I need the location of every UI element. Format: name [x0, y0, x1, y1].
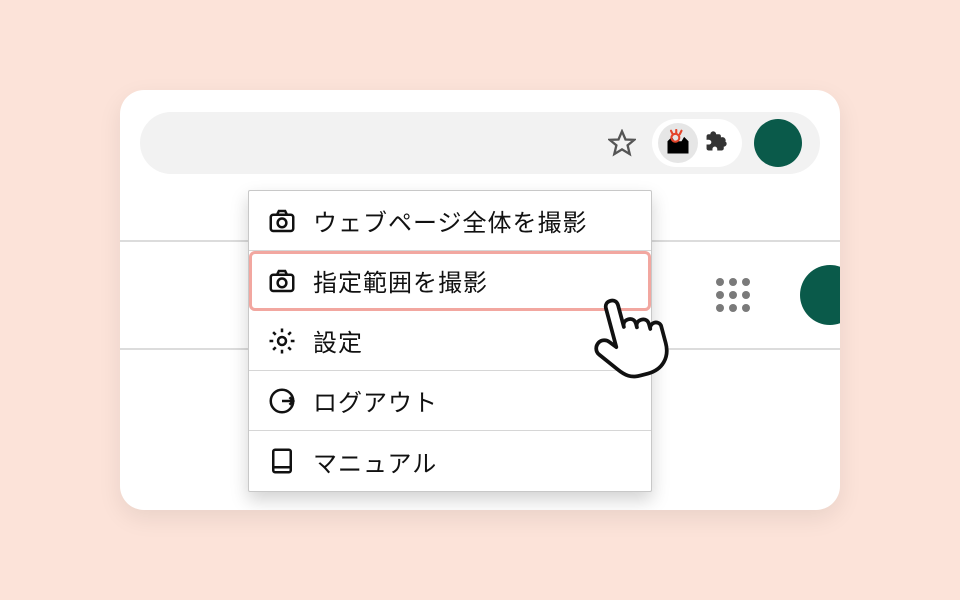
profile-avatar[interactable] [754, 119, 802, 167]
extension-cat-icon [664, 129, 692, 157]
apps-grid-button[interactable] [716, 278, 750, 312]
camera-icon [267, 206, 297, 236]
menu-item-logout[interactable]: ログアウト [249, 371, 651, 431]
extension-button[interactable] [658, 123, 698, 163]
illustration-frame: ウェブページ全体を撮影 指定範囲を撮影 設定 [120, 90, 840, 510]
menu-item-label: ログアウト [313, 383, 438, 418]
gear-icon [267, 326, 297, 356]
menu-item-label: マニュアル [313, 444, 437, 479]
extension-pill [652, 119, 742, 167]
menu-item-manual[interactable]: マニュアル [249, 431, 651, 491]
star-icon [608, 129, 636, 157]
app-profile-avatar[interactable] [800, 265, 840, 325]
puzzle-icon[interactable] [704, 129, 732, 157]
menu-item-label: 指定範囲を撮影 [313, 263, 488, 298]
menu-item-label: 設定 [313, 323, 363, 358]
menu-item-label: ウェブページ全体を撮影 [313, 203, 588, 238]
camera-icon [267, 266, 297, 296]
logout-icon [267, 386, 297, 416]
book-icon [267, 446, 297, 476]
browser-toolbar [140, 112, 820, 174]
menu-item-capture-full-page[interactable]: ウェブページ全体を撮影 [249, 191, 651, 251]
bookmark-star-button[interactable] [604, 125, 640, 161]
